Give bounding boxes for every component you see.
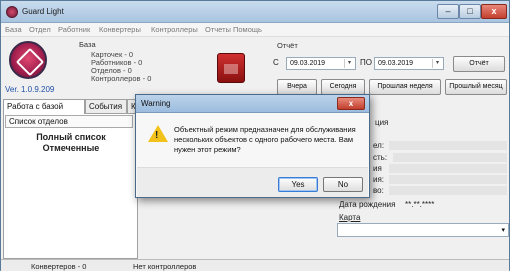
- menu-item-help[interactable]: Помощь: [233, 25, 262, 34]
- menu-item-base[interactable]: База: [5, 25, 22, 34]
- controllers-count: Контроллеров - 0: [91, 74, 152, 83]
- birth-date-value: **.**.****: [405, 200, 435, 209]
- dialog-title-bar: Warning x: [136, 95, 369, 113]
- last-month-button[interactable]: Прошлый месяц: [445, 79, 507, 95]
- field-label-3: ия: [373, 164, 382, 173]
- report-label: Отчёт: [277, 41, 298, 50]
- calendar-dropdown-icon[interactable]: ▾: [344, 59, 354, 68]
- birth-date-label: Дата рождения: [339, 200, 396, 209]
- no-button[interactable]: No: [323, 177, 363, 192]
- date-from-picker[interactable]: 09.03.2019 ▾: [286, 57, 356, 70]
- departments-list-header: Список отделов: [5, 115, 133, 128]
- dialog-close-button[interactable]: x: [337, 97, 365, 110]
- date-to-picker[interactable]: 09.03.2019 ▾: [374, 57, 444, 70]
- field-label-4: ия:: [373, 175, 385, 184]
- report-button[interactable]: Отчёт: [453, 56, 505, 72]
- field-label-2: сть:: [373, 153, 388, 162]
- date-from-value: 09.03.2019: [290, 60, 326, 67]
- field-value-2: [393, 153, 507, 162]
- field-label-5: во:: [373, 186, 384, 195]
- app-icon: [6, 6, 18, 18]
- field-value-1: [389, 141, 507, 150]
- menu-item-department[interactable]: Отдел: [29, 25, 51, 34]
- yes-button[interactable]: Yes: [278, 177, 318, 192]
- field-value-4: [389, 175, 507, 184]
- base-label: База: [79, 40, 96, 49]
- tab-database[interactable]: Работа с базой: [3, 99, 85, 114]
- date-to-value: 09.03.2019: [378, 60, 414, 67]
- menu-item-worker[interactable]: Работник: [58, 25, 90, 34]
- dialog-title: Warning: [141, 99, 171, 108]
- warning-dialog: Warning x ! Объектный режим предназначен…: [135, 94, 370, 198]
- minimize-button[interactable]: –: [437, 4, 459, 19]
- card-select[interactable]: ▾: [337, 223, 509, 237]
- info-section-label: ция: [375, 118, 389, 127]
- today-button[interactable]: Сегодня: [321, 79, 365, 95]
- from-label: С: [273, 58, 279, 67]
- last-week-button[interactable]: Прошлая неделя: [369, 79, 441, 95]
- controller-device-image: [217, 53, 245, 83]
- version-label: Ver. 1.0.9.209: [5, 85, 55, 94]
- menu-item-reports[interactable]: Отчеты: [205, 25, 231, 34]
- list-item-all[interactable]: Полный список: [21, 132, 121, 142]
- field-value-3: [389, 164, 507, 173]
- app-logo: [9, 41, 47, 79]
- menu-item-converters[interactable]: Конвертеры: [99, 25, 141, 34]
- chevron-down-icon: ▾: [501, 227, 505, 234]
- field-label-1: ел:: [373, 141, 385, 150]
- close-button[interactable]: x: [481, 4, 507, 19]
- card-label: Карта: [339, 213, 361, 222]
- title-bar: Guard Light – □ x: [1, 1, 509, 23]
- tab-events[interactable]: События: [85, 99, 127, 113]
- menu-item-controllers[interactable]: Контроллеры: [151, 25, 198, 34]
- calendar-dropdown-icon[interactable]: ▾: [432, 59, 442, 68]
- yesterday-button[interactable]: Вчера: [277, 79, 317, 95]
- menu-bar: База Отдел Работник Конвертеры Контролле…: [1, 23, 509, 37]
- list-item-marked[interactable]: Отмеченные: [21, 143, 121, 153]
- status-bar: Конвертеров - 0 Нет контроллеров: [1, 259, 509, 271]
- dialog-message: Объектный режим предназначен для обслужи…: [174, 125, 356, 154]
- window-title: Guard Light: [22, 7, 64, 16]
- to-label: ПО: [360, 58, 372, 67]
- maximize-button[interactable]: □: [459, 4, 481, 19]
- exclamation-icon: !: [155, 130, 159, 141]
- field-value-5: [389, 186, 507, 195]
